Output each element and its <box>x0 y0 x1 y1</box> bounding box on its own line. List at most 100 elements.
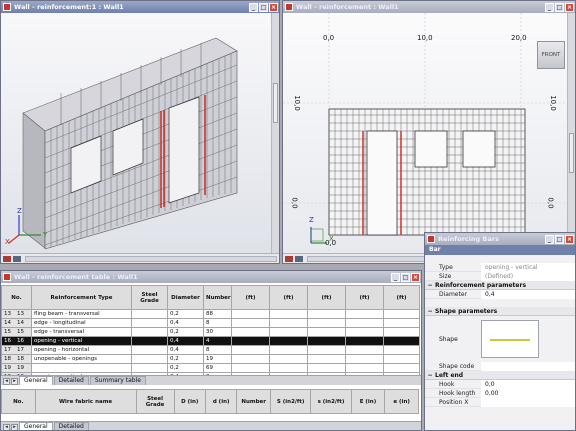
collapse-icon[interactable]: − <box>425 282 435 289</box>
cell-dimension[interactable] <box>307 354 346 364</box>
row-number-cell[interactable]: 18 18 <box>1 354 32 364</box>
cell-num[interactable]: 8 <box>203 345 232 355</box>
cell-dimension[interactable] <box>383 363 420 373</box>
tab2-detailed[interactable]: Detailed <box>53 422 89 430</box>
cell-dimension[interactable] <box>345 345 384 355</box>
cell-dimension[interactable] <box>345 336 384 346</box>
horizontal-scrollbar-3d[interactable] <box>25 255 277 262</box>
window-reinforcing-bars[interactable]: Reinforcing Bars _ □ × Bar Type opening -… <box>424 232 576 431</box>
cell-num[interactable]: 4 <box>203 336 232 346</box>
viewport-3d[interactable]: X Y Z <box>1 13 279 253</box>
prop-hook-length-value[interactable]: 0,00 <box>481 388 575 398</box>
column-header[interactable]: Reinforcement Type <box>31 285 132 310</box>
tab-next-icon[interactable]: ▸ <box>11 378 18 385</box>
minimize-icon[interactable]: _ <box>545 2 554 12</box>
cell-dimension[interactable] <box>269 336 308 346</box>
column-header[interactable]: Steel Grade <box>131 285 168 310</box>
column-header[interactable]: Number <box>203 285 232 310</box>
section-shape-params[interactable]: − Shape parameters <box>425 307 575 316</box>
cell-dimension[interactable] <box>231 318 270 328</box>
maximize-icon[interactable]: □ <box>401 272 410 282</box>
cell-dimension[interactable] <box>307 336 346 346</box>
fabric-column-header[interactable]: Wire fabric name <box>34 389 137 414</box>
cell-type[interactable]: edge - transversal <box>31 327 132 337</box>
table-row[interactable]: 18 18 unopenable - openings 0,2 19 <box>1 354 420 364</box>
cell-num[interactable]: 30 <box>203 327 232 337</box>
view-cube-front[interactable]: FRONT <box>537 41 565 69</box>
titlebar-table[interactable]: Wall - reinforcement table : Wall1 _ □ × <box>1 271 421 283</box>
tab-general[interactable]: General <box>19 376 53 385</box>
cell-dimension[interactable] <box>345 309 384 319</box>
cell-grade[interactable] <box>131 354 168 364</box>
cell-dimension[interactable] <box>231 354 270 364</box>
window-reinforcement-table[interactable]: Wall - reinforcement table : Wall1 _ □ ×… <box>0 270 422 431</box>
window-3d-view[interactable]: Wall - reinforcement:1 : Wall1 _ □ × X Y… <box>0 0 280 264</box>
tab-prev-icon[interactable]: ◂ <box>3 378 10 385</box>
prop-size-value[interactable]: (Defined) <box>481 271 575 281</box>
cell-grade[interactable] <box>131 363 168 373</box>
table-row[interactable]: 16 16 opening - vertical 0,4 4 <box>1 336 420 346</box>
cell-dimension[interactable] <box>307 363 346 373</box>
tab2-next-icon[interactable]: ▸ <box>11 424 18 430</box>
fabric-column-header[interactable]: E (in) <box>350 389 386 414</box>
cell-num[interactable]: 8 <box>203 318 232 328</box>
shape-preview[interactable] <box>481 320 539 358</box>
section-icon[interactable] <box>13 255 21 262</box>
tab2-general[interactable]: General <box>19 422 53 430</box>
wire-fabric-grid[interactable]: No. Wire fabric name Steel Grade D (in) d (i… <box>1 389 421 421</box>
fabric-column-header[interactable]: D (in) <box>173 389 206 414</box>
fabric-column-header[interactable]: S (in2/ft) <box>269 389 312 414</box>
close-icon[interactable]: × <box>565 2 574 12</box>
cell-dimension[interactable] <box>345 354 384 364</box>
cell-num[interactable]: 88 <box>203 309 232 319</box>
minimize-icon[interactable]: _ <box>391 272 400 282</box>
cell-num[interactable]: 69 <box>203 363 232 373</box>
prop-row-size[interactable]: Size (Defined) <box>425 271 575 281</box>
fabric-column-header[interactable]: Steel Grade <box>135 389 175 414</box>
column-header[interactable]: (ft) <box>269 285 308 310</box>
window-2d-view[interactable]: Wall - reinforcement : Wall1 _ □ × 0,0 1… <box>282 0 576 264</box>
cell-dimension[interactable] <box>383 336 420 346</box>
column-header[interactable]: (ft) <box>345 285 384 310</box>
cell-dimension[interactable] <box>307 327 346 337</box>
prop-row-position-x[interactable]: Position X <box>425 397 575 407</box>
cell-dia[interactable]: 0,2 <box>167 327 204 337</box>
cell-dia[interactable]: 0,4 <box>167 336 204 346</box>
cell-dia[interactable]: 0,4 <box>167 345 204 355</box>
cell-dimension[interactable] <box>269 309 308 319</box>
cell-type[interactable] <box>31 363 132 373</box>
tab-summary-table[interactable]: Summary table <box>89 376 146 385</box>
prop-position-x-value[interactable] <box>481 397 575 407</box>
cell-dimension[interactable] <box>383 345 420 355</box>
row-number-cell[interactable]: 15 15 <box>1 327 32 337</box>
cell-dimension[interactable] <box>383 318 420 328</box>
cell-grade[interactable] <box>131 345 168 355</box>
vertical-scrollbar-2d[interactable] <box>567 13 575 253</box>
minimize-icon[interactable]: _ <box>545 234 554 244</box>
titlebar-2d[interactable]: Wall - reinforcement : Wall1 _ □ × <box>283 1 575 13</box>
cell-grade[interactable] <box>131 336 168 346</box>
cell-type[interactable]: fling beam - transversal <box>31 309 132 319</box>
cell-type[interactable]: unopenable - openings <box>31 354 132 364</box>
cell-dimension[interactable] <box>345 363 384 373</box>
fabric-column-header[interactable]: No. <box>1 389 36 414</box>
minimize-icon[interactable]: _ <box>249 2 258 12</box>
cell-type[interactable]: opening - vertical <box>31 336 132 346</box>
maximize-icon[interactable]: □ <box>259 2 268 12</box>
table-row[interactable]: 14 14 edge - longitudinal 0,4 8 <box>1 318 420 328</box>
column-header[interactable]: Diameter <box>167 285 204 310</box>
close-icon[interactable]: × <box>565 234 574 244</box>
cell-dimension[interactable] <box>269 354 308 364</box>
fabric-column-header[interactable]: Number <box>236 389 271 414</box>
cell-type[interactable]: opening - horizontal <box>31 345 132 355</box>
column-header[interactable]: No. <box>1 285 32 310</box>
tab-detailed[interactable]: Detailed <box>53 376 89 385</box>
table-row[interactable]: 15 15 edge - transversal 0,2 30 <box>1 327 420 337</box>
titlebar-props[interactable]: Reinforcing Bars _ □ × <box>425 233 575 245</box>
view-mode-icon[interactable] <box>3 255 11 262</box>
close-icon[interactable]: × <box>411 272 420 282</box>
cell-dimension[interactable] <box>307 318 346 328</box>
collapse-icon[interactable]: − <box>425 372 435 379</box>
cell-dimension[interactable] <box>231 363 270 373</box>
cell-dimension[interactable] <box>345 327 384 337</box>
